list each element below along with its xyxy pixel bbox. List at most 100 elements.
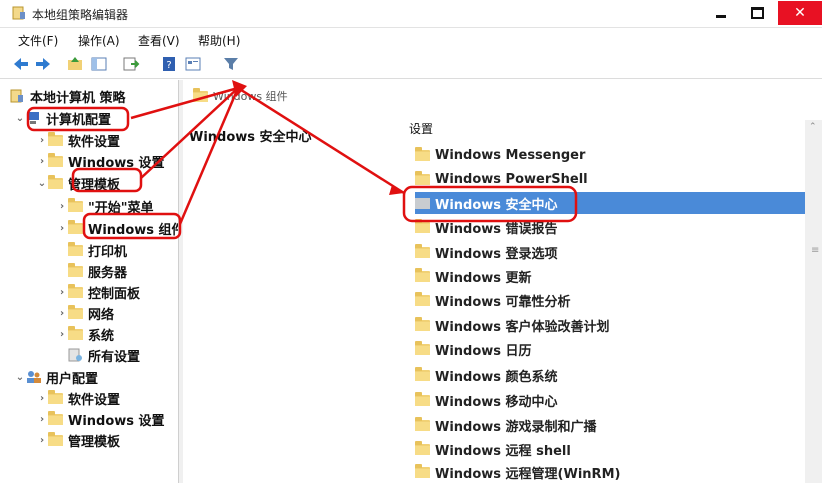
list-item[interactable]: Windows 颜色系统 bbox=[415, 364, 805, 386]
help-icon[interactable]: ? bbox=[160, 55, 178, 73]
tree-item-user-software-settings[interactable]: › 软件设置 bbox=[36, 388, 120, 408]
detail-title: Windows 安全中心 bbox=[189, 130, 312, 145]
chevron-right-icon[interactable]: › bbox=[56, 329, 68, 340]
tree-item-user-config[interactable]: ⌄ 用户配置 bbox=[14, 367, 98, 387]
tree-item-label: 网络 bbox=[88, 307, 115, 323]
forward-arrow-icon[interactable] bbox=[34, 55, 52, 73]
export-list-icon[interactable] bbox=[122, 55, 140, 73]
list-item[interactable]: Windows 远程 shell bbox=[415, 438, 805, 460]
tree-item-server[interactable]: 服务器 bbox=[68, 261, 127, 281]
folder-icon bbox=[68, 283, 83, 298]
folder-icon bbox=[68, 325, 83, 340]
menu-help[interactable]: 帮助(H) bbox=[198, 32, 240, 49]
tree-item-computer-config[interactable]: ⌄ 计算机配置 bbox=[14, 108, 111, 128]
properties-icon[interactable] bbox=[184, 55, 202, 73]
tree-pane: 本地计算机 策略 ⌄ 计算机配置 › 软件设置 › Windows 设置 ⌄ 管… bbox=[6, 80, 179, 483]
tree-item-label: 系统 bbox=[88, 328, 115, 344]
folder-icon bbox=[68, 304, 83, 319]
chevron-right-icon[interactable]: › bbox=[36, 156, 48, 167]
list-item[interactable]: Windows 客户体验改善计划 bbox=[415, 314, 805, 336]
vertical-scrollbar[interactable]: ⌃ ≡ bbox=[805, 120, 822, 483]
list-item-label: Windows 移动中心 bbox=[435, 394, 558, 410]
chevron-right-icon[interactable]: › bbox=[36, 135, 48, 146]
scroll-grip-icon[interactable]: ≡ bbox=[811, 245, 819, 256]
scroll-up-icon[interactable]: ⌃ bbox=[809, 122, 817, 132]
menu-file[interactable]: 文件(F) bbox=[18, 32, 58, 49]
list-item[interactable]: Windows 登录选项 bbox=[415, 241, 805, 263]
list-item-label: Windows 客户体验改善计划 bbox=[435, 319, 610, 335]
list-item[interactable]: Windows 可靠性分析 bbox=[415, 289, 805, 311]
chevron-down-icon[interactable]: ⌄ bbox=[14, 113, 26, 124]
svg-text:?: ? bbox=[166, 60, 171, 71]
list-item[interactable]: Windows 移动中心 bbox=[415, 389, 805, 411]
tree-item-label: 软件设置 bbox=[68, 392, 121, 408]
up-folder-icon[interactable] bbox=[66, 55, 84, 73]
list-item[interactable]: Windows 错误报告 bbox=[415, 216, 805, 238]
list-column-header[interactable]: 设置 bbox=[409, 120, 799, 140]
tree-item-software-settings[interactable]: › 软件设置 bbox=[36, 130, 120, 150]
folder-icon bbox=[68, 241, 83, 256]
list-item-label: Windows 错误报告 bbox=[435, 221, 558, 237]
chevron-right-icon[interactable]: › bbox=[56, 201, 68, 212]
menu-action[interactable]: 操作(A) bbox=[78, 32, 120, 49]
folder-icon bbox=[48, 410, 63, 425]
list-item-label: Windows 游戏录制和广播 bbox=[435, 419, 597, 435]
tree-item-label: Windows 设置 bbox=[68, 155, 165, 171]
show-hide-tree-icon[interactable] bbox=[90, 55, 108, 73]
filter-icon[interactable] bbox=[222, 55, 240, 73]
chevron-right-icon[interactable]: › bbox=[36, 414, 48, 425]
tree-item-windows-settings[interactable]: › Windows 设置 bbox=[36, 151, 165, 171]
chevron-right-icon[interactable]: › bbox=[36, 435, 48, 446]
chevron-down-icon[interactable]: ⌄ bbox=[14, 372, 26, 383]
folder-icon bbox=[48, 431, 63, 446]
tree-item-user-admin-templates[interactable]: › 管理模板 bbox=[36, 430, 120, 450]
list-item[interactable]: Windows Messenger bbox=[415, 144, 805, 166]
tree-item-label: "开始"菜单 bbox=[88, 200, 154, 216]
chevron-right-icon[interactable]: › bbox=[36, 393, 48, 404]
tree-item-label: 计算机配置 bbox=[46, 112, 112, 128]
tree-item-admin-templates[interactable]: ⌄ 管理模板 bbox=[36, 173, 120, 193]
minimize-button[interactable] bbox=[704, 1, 738, 25]
back-arrow-icon[interactable] bbox=[12, 55, 30, 73]
chevron-down-icon[interactable]: ⌄ bbox=[36, 178, 48, 189]
tree-item-system[interactable]: › 系统 bbox=[56, 324, 114, 344]
tree-item-label: Windows 组件 bbox=[88, 222, 179, 238]
list-item[interactable]: Windows 更新 bbox=[415, 265, 805, 287]
tree-item-network[interactable]: › 网络 bbox=[56, 303, 114, 323]
computer-icon bbox=[27, 112, 39, 124]
tree-item-all-settings[interactable]: 所有设置 bbox=[68, 345, 140, 365]
users-icon bbox=[27, 371, 41, 383]
tree-item-label: 软件设置 bbox=[68, 134, 121, 150]
tree-item-label: 打印机 bbox=[88, 244, 128, 260]
tree-item-label: 管理模板 bbox=[68, 177, 121, 193]
details-pane: Windows 组件 Windows 安全中心 设置 Windows Messe… bbox=[183, 80, 822, 483]
close-button[interactable]: ✕ bbox=[778, 1, 822, 25]
title-bar: 本地组策略编辑器 ✕ bbox=[0, 0, 822, 28]
menu-view[interactable]: 查看(V) bbox=[138, 32, 180, 49]
list-item-label: Windows 安全中心 bbox=[435, 197, 558, 213]
tree-item-windows-components[interactable]: › Windows 组件 bbox=[56, 218, 179, 238]
tree-item-start-menu[interactable]: › "开始"菜单 bbox=[56, 196, 154, 216]
breadcrumb-label: Windows 组件 bbox=[213, 90, 288, 103]
tree-item-control-panel[interactable]: › 控制面板 bbox=[56, 282, 140, 302]
folder-icon bbox=[415, 391, 430, 406]
tree-item-printers[interactable]: 打印机 bbox=[68, 240, 127, 260]
folder-icon bbox=[415, 440, 430, 455]
list-item[interactable]: Windows PowerShell bbox=[415, 168, 805, 190]
chevron-right-icon[interactable]: › bbox=[56, 308, 68, 319]
tree-item-user-windows-settings[interactable]: › Windows 设置 bbox=[36, 409, 165, 429]
policy-icon bbox=[10, 89, 23, 103]
folder-icon bbox=[415, 170, 430, 185]
list-item[interactable]: Windows 游戏录制和广播 bbox=[415, 414, 805, 436]
folder-icon bbox=[415, 316, 430, 331]
chevron-right-icon[interactable]: › bbox=[56, 287, 68, 298]
tree-item-root[interactable]: 本地计算机 策略 bbox=[10, 86, 126, 106]
list-item[interactable]: Windows 日历 bbox=[415, 338, 805, 360]
maximize-button[interactable] bbox=[740, 1, 774, 25]
list-item[interactable]: Windows 远程管理(WinRM) bbox=[415, 461, 805, 483]
folder-icon bbox=[415, 463, 430, 478]
chevron-right-icon[interactable]: › bbox=[56, 223, 68, 234]
folder-icon bbox=[415, 366, 430, 381]
all-settings-icon bbox=[68, 348, 82, 362]
list-item-selected[interactable]: Windows 安全中心 bbox=[415, 192, 805, 214]
